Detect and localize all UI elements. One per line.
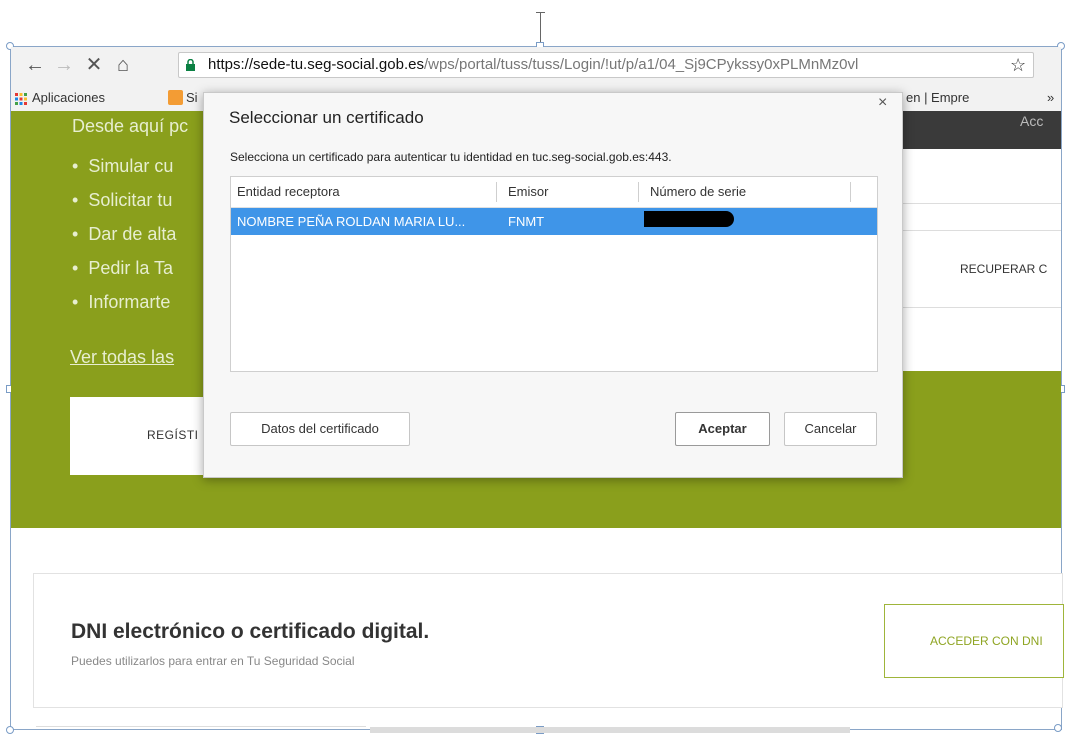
bookmark-item[interactable]: Si	[186, 90, 198, 105]
scrollbar-track[interactable]	[370, 727, 850, 733]
bookmarks-overflow-icon[interactable]: »	[1047, 90, 1054, 105]
card-title: DNI electrónico o certificado digital.	[71, 620, 430, 643]
divider	[900, 203, 1061, 204]
cell-issuer: FNMT	[508, 214, 545, 229]
top-access-label: Acc	[1020, 113, 1044, 129]
bookmark-item-right[interactable]: en | Empre	[906, 90, 969, 105]
column-header-serial[interactable]: Número de serie	[650, 184, 746, 199]
url-text[interactable]: https://sede-tu.seg-social.gob.es/wps/po…	[208, 53, 1008, 77]
bullet-item: • Pedir la Ta	[72, 258, 174, 278]
redacted-serial	[644, 211, 734, 227]
back-icon[interactable]: ←	[22, 52, 48, 78]
anchor-line	[540, 12, 541, 42]
apps-grid-icon	[15, 92, 27, 105]
bullet-item: • Dar de alta	[72, 224, 177, 244]
column-header-issuer[interactable]: Emisor	[508, 184, 548, 199]
column-header-subject[interactable]: Entidad receptora	[237, 184, 340, 199]
lock-icon	[186, 58, 195, 71]
recover-button[interactable]: RECUPERAR C	[960, 262, 1047, 276]
access-dni-label: ACCEDER CON DNI	[930, 634, 1043, 648]
stop-icon[interactable]: ✕	[81, 52, 107, 78]
close-icon[interactable]: ×	[878, 94, 887, 112]
certificate-details-button[interactable]: Datos del certificado	[230, 412, 410, 446]
divider	[900, 307, 1061, 308]
bullet-item: • Simular cu	[72, 156, 174, 176]
register-button-label: REGÍSTI	[147, 428, 199, 442]
dialog-title: Seleccionar un certificado	[229, 108, 424, 127]
more-services-link[interactable]: Ver todas las	[70, 347, 174, 368]
divider	[36, 726, 366, 727]
column-separator	[496, 182, 497, 202]
column-separator	[850, 182, 851, 202]
column-separator	[638, 182, 639, 202]
cancel-button[interactable]: Cancelar	[784, 412, 877, 446]
bullet-item: • Solicitar tu	[72, 190, 173, 210]
cell-subject: NOMBRE PEÑA ROLDAN MARIA LU...	[237, 214, 466, 229]
resize-handle-bottom-right[interactable]	[1054, 724, 1062, 732]
resize-handle-bottom-left[interactable]	[6, 726, 14, 734]
dialog-description: Selecciona un certificado para autentica…	[230, 150, 672, 164]
bookmark-star-icon[interactable]: ☆	[1010, 52, 1026, 78]
forward-icon[interactable]: →	[51, 52, 77, 78]
accept-button[interactable]: Aceptar	[675, 412, 770, 446]
intro-text: Desde aquí pc	[72, 116, 189, 136]
card-subtitle: Puedes utilizarlos para entrar en Tu Seg…	[71, 654, 355, 668]
home-icon[interactable]: ⌂	[110, 52, 136, 78]
login-panel	[900, 149, 1061, 371]
bookmark-favicon-icon	[168, 90, 183, 105]
bookmark-apps[interactable]: Aplicaciones	[32, 90, 105, 105]
divider	[900, 230, 1061, 231]
anchor-tick	[536, 12, 545, 13]
bullet-item: • Informarte	[72, 292, 171, 312]
